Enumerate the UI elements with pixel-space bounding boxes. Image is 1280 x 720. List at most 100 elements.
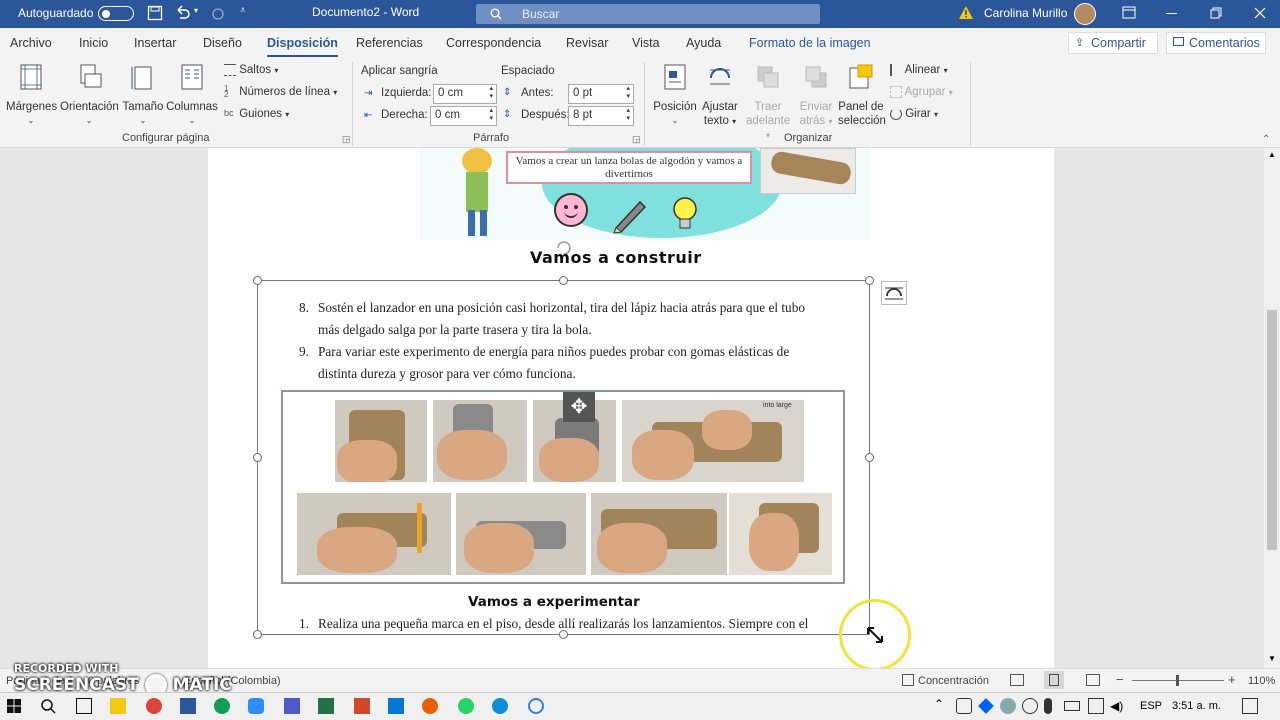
resize-handle-ml[interactable] [253,453,262,462]
position-button[interactable]: Posición ⌄ [650,64,700,128]
comments-button[interactable]: Comentarios [1166,32,1266,54]
align-button[interactable]: Alinear ▾ [890,64,948,76]
scroll-up-icon[interactable]: ▲ [1268,150,1276,159]
share-button[interactable]: ⇪ Compartir [1068,32,1158,54]
print-layout-icon[interactable] [1044,671,1064,689]
line-numbers-button[interactable]: 12 Números de línea ▾ [224,85,337,99]
teams-icon[interactable] [284,698,300,714]
move-handle[interactable]: ✥ [563,392,595,422]
spacing-after-input[interactable]: 8 pt ▴ ▾ [568,106,634,126]
size-label: Tamaño [122,101,164,113]
page-setup-launcher-icon[interactable]: ◲ [342,134,351,145]
windows-start-icon[interactable] [6,698,22,714]
chrome-icon[interactable] [214,698,230,714]
zoom-slider[interactable] [1132,675,1224,686]
resize-handle-bl[interactable] [253,630,262,639]
onedrive-icon[interactable] [1000,698,1016,714]
save-icon[interactable] [147,5,163,21]
scroll-thumb[interactable] [1267,310,1277,550]
task-view-icon[interactable] [76,698,92,714]
zoom-in-icon[interactable]: + [1228,672,1236,687]
bring-forward-icon [757,66,779,88]
read-mode-icon[interactable] [1010,674,1024,686]
breaks-button[interactable]: Saltos ▾ [224,64,278,76]
warning-icon[interactable] [958,5,974,20]
screencast-app-icon[interactable] [528,698,544,714]
document-page[interactable]: Vamos a crear un lanza bolas de algodón … [208,148,1054,671]
volume-icon[interactable]: ◀) [1110,698,1126,714]
tab-insertar[interactable]: Insertar [134,36,176,50]
notifications-icon[interactable] [1242,698,1258,714]
columns-button[interactable]: Columnas ⌄ [166,64,218,128]
zoom-icon[interactable] [248,698,264,714]
banner-image[interactable]: Vamos a crear un lanza bolas de algodón … [420,148,870,240]
vertical-scrollbar[interactable]: ▲ ▼ [1264,148,1280,668]
search-box[interactable]: Buscar [476,4,820,24]
list-number: 8. [299,300,309,315]
tab-diseno[interactable]: Diseño [203,36,242,50]
tab-archivo[interactable]: Archivo [10,36,52,50]
zoom-out-icon[interactable]: − [1116,672,1124,687]
cloud-icon[interactable] [1022,698,1038,714]
tab-formato-imagen[interactable]: Formato de la imagen [749,36,871,50]
avatar[interactable] [1074,3,1096,25]
layout-options-button[interactable] [881,281,907,305]
paragraph-launcher-icon[interactable]: ◲ [632,134,641,145]
scroll-down-icon[interactable]: ▼ [1268,654,1276,663]
hyphenation-button[interactable]: bc Guiones ▾ [224,108,289,120]
search-icon[interactable] [40,698,56,714]
undo-icon[interactable] [174,5,192,21]
microphone-icon[interactable] [1044,698,1052,714]
tab-revisar[interactable]: Revisar [566,36,608,50]
document-title: Documento2 - Word [312,5,420,19]
resize-handle-mr[interactable] [865,453,874,462]
file-explorer-icon[interactable] [110,698,126,714]
tab-inicio[interactable]: Inicio [79,36,108,50]
minimize-icon[interactable] [1166,13,1177,14]
tab-referencias[interactable]: Referencias [356,36,423,50]
page-size-icon [131,66,152,90]
tab-ayuda[interactable]: Ayuda [686,36,721,50]
word-icon[interactable] [180,698,196,714]
powerpoint-icon[interactable] [354,698,370,714]
focus-mode-button[interactable]: Concentración [918,675,989,687]
tray-chevron-icon[interactable]: ⌃ [934,697,944,711]
undo-dropdown-icon[interactable]: ▾ [194,6,198,15]
resize-handle-tl[interactable] [253,276,262,285]
size-button[interactable]: Tamaño ⌄ [122,64,164,128]
dropbox-icon[interactable] [978,698,994,714]
tab-vista[interactable]: Vista [632,36,660,50]
margins-button[interactable]: Márgenes ⌄ [6,64,57,128]
autosave-toggle[interactable] [98,6,134,21]
resize-handle-tm[interactable] [559,276,568,285]
language-indicator[interactable]: ESP [1140,700,1162,712]
wrap-text-button[interactable]: Ajustar texto ▾ [698,64,742,129]
battery-icon[interactable] [1064,701,1080,711]
tab-correspondencia[interactable]: Correspondencia [446,36,541,50]
firefox-icon[interactable] [422,698,438,714]
clock[interactable]: 3:51 a. m. [1172,700,1221,712]
restore-icon[interactable] [1210,7,1222,19]
spacing-before-input[interactable]: 0 pt ▴ ▾ [568,84,634,104]
user-name[interactable]: Carolina Murillo [984,6,1067,20]
tray-icon[interactable] [956,698,972,714]
orientation-button[interactable]: Orientación ⌄ [60,64,119,128]
chrome-icon[interactable] [146,698,162,714]
whatsapp-icon[interactable] [458,698,474,714]
indent-right-input[interactable]: 0 cm ▴ ▾ [430,106,497,126]
rotate-button[interactable]: Girar ▾ [890,108,938,120]
indent-left-input[interactable]: 0 cm ▴ ▾ [433,84,497,104]
edge-icon[interactable] [492,698,508,714]
zoom-level[interactable]: 110% [1248,675,1275,687]
customize-toolbar-icon[interactable]: ⩡ [240,5,246,16]
network-icon[interactable] [1088,698,1104,714]
store-icon[interactable] [388,698,404,714]
web-layout-icon[interactable] [1086,674,1100,686]
resize-handle-tr[interactable] [865,276,874,285]
collapse-ribbon-icon[interactable]: ⌃ [1262,134,1270,145]
close-icon[interactable] [1254,7,1266,19]
ribbon-display-options-icon[interactable] [1122,6,1136,19]
excel-icon[interactable] [318,698,334,714]
selection-pane-button[interactable]: Panel de selección [838,64,886,128]
tab-disposicion[interactable]: Disposición [267,36,338,57]
